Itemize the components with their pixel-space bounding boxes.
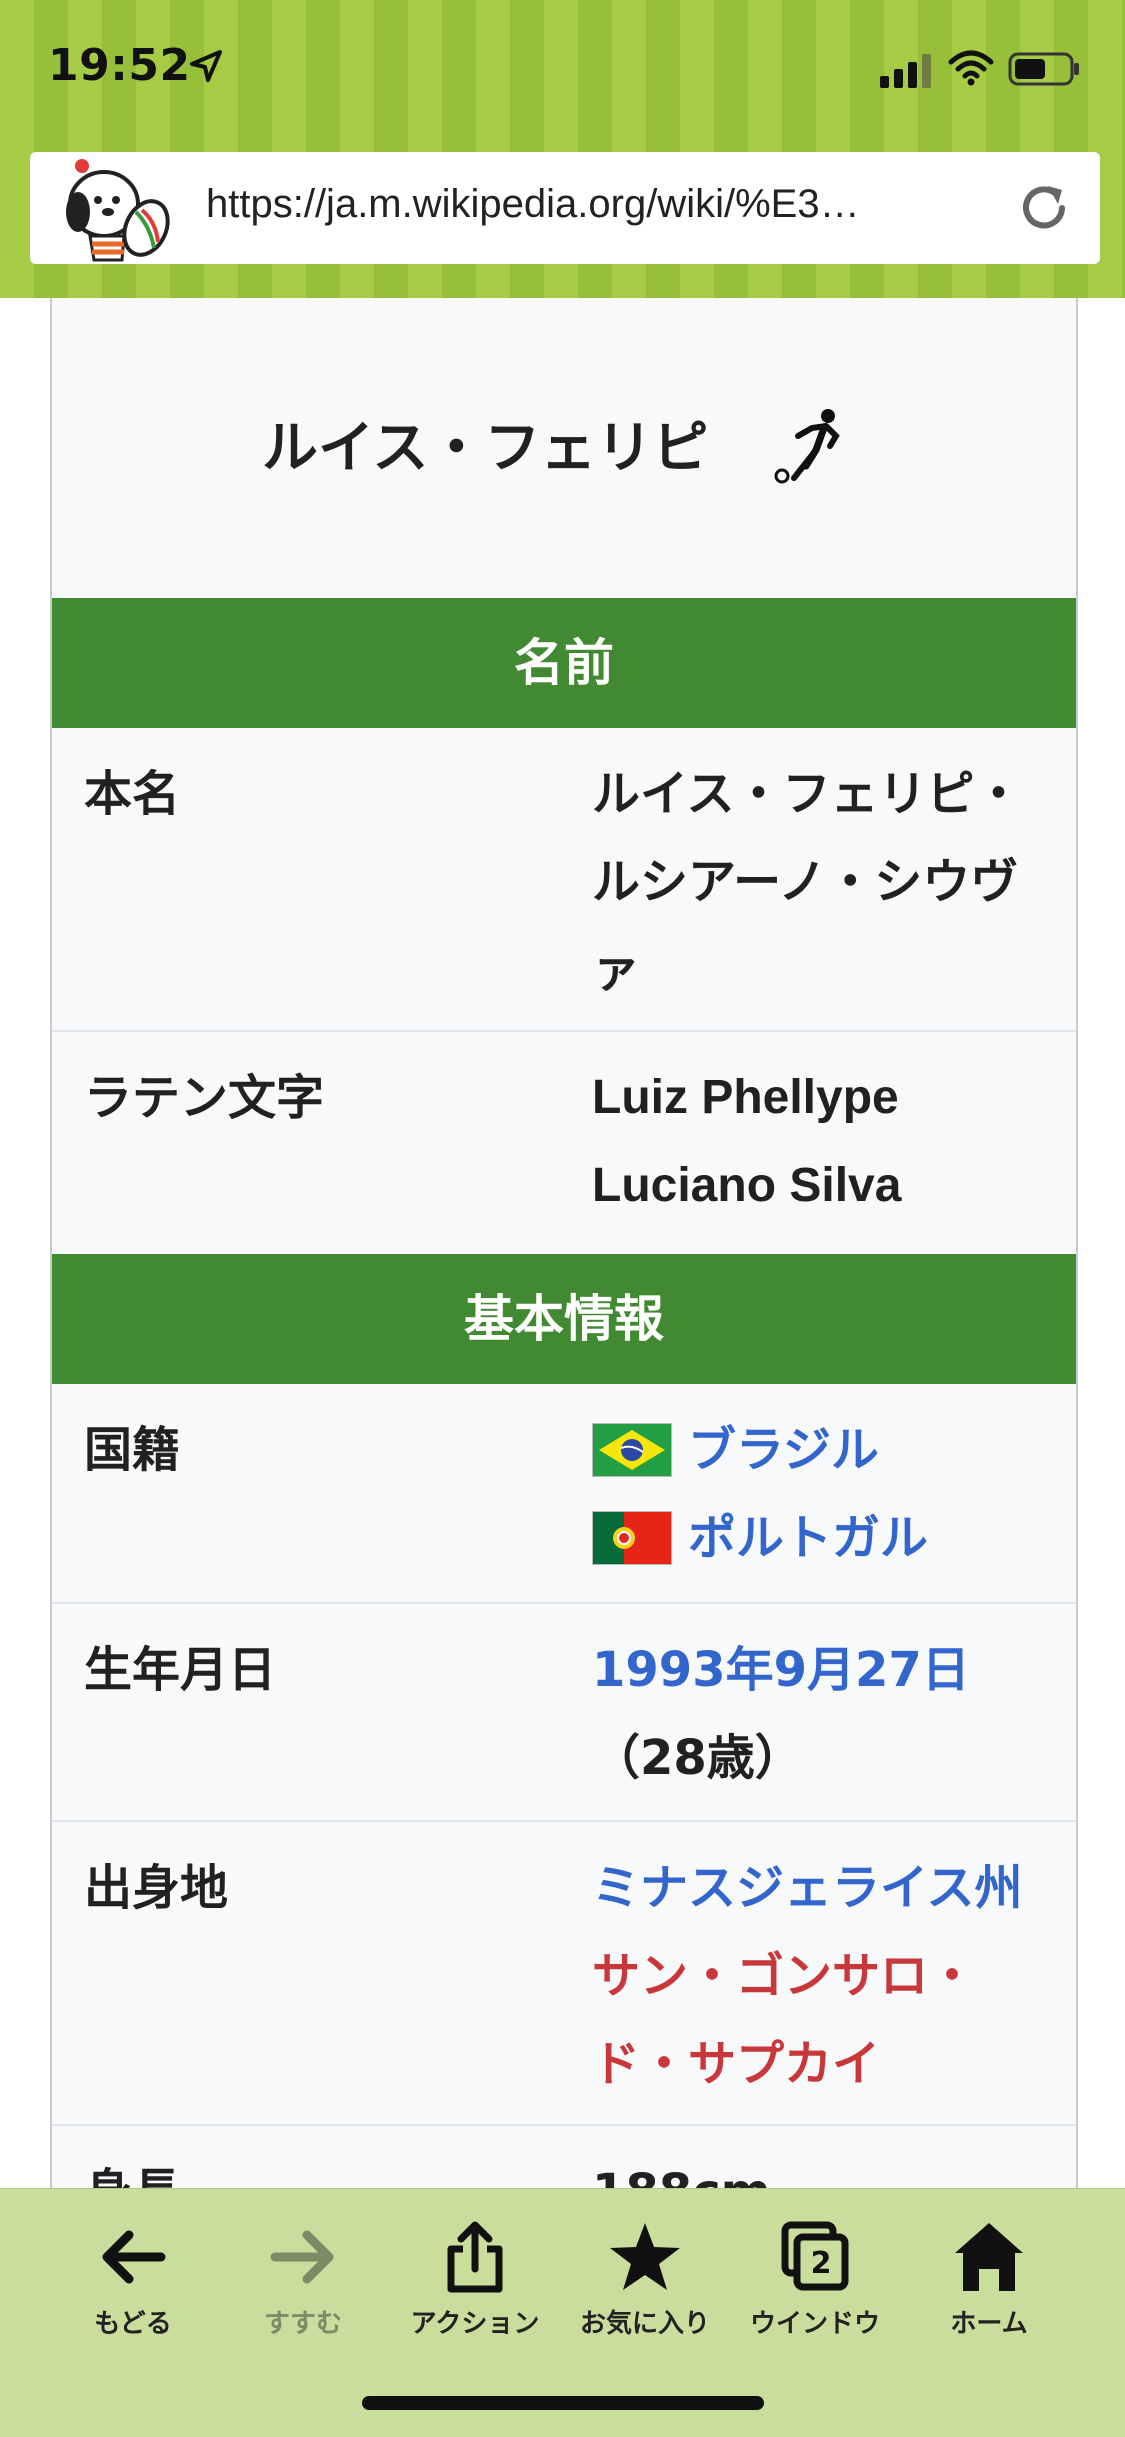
forward-button[interactable]: すすむ: [218, 2219, 388, 2340]
value-line: ルイス・フェリピ・: [592, 766, 1023, 822]
windows-icon: 2: [781, 2221, 849, 2291]
row-real-name: 本名 ルイス・フェリピ・ ルシアーノ・シウヴ ァ: [52, 728, 1076, 1030]
player-name: ルイス・フェリピ: [262, 416, 709, 481]
row-label: 国籍: [84, 1422, 181, 1478]
cellular-signal-icon: [880, 54, 931, 88]
reload-icon[interactable]: [1014, 178, 1074, 238]
wifi-icon: [948, 50, 994, 86]
row-label: 本名: [84, 766, 181, 822]
windows-button[interactable]: 2 ウインドウ: [730, 2219, 900, 2340]
home-indicator: [362, 2396, 764, 2410]
row-nationality: 国籍 ブラジル ポルトガル: [52, 1384, 1076, 1602]
city-link-line[interactable]: サン・ゴンサロ・: [592, 1932, 1076, 2020]
back-button[interactable]: もどる: [48, 2219, 218, 2340]
battery-icon: [1008, 52, 1079, 86]
value-line: ァ: [592, 942, 641, 998]
row-label: 身長: [84, 2152, 180, 2188]
brazil-flag-icon: [592, 1423, 672, 1477]
row-value: 188cm: [592, 2148, 1062, 2188]
portugal-flag-icon: [592, 1511, 672, 1565]
toolbar-label: ウインドウ: [749, 2309, 880, 2339]
star-icon: [610, 2223, 680, 2290]
row-value: 1993年9月27日 （28歳）: [592, 1626, 1062, 1802]
window-count-badge: 2: [811, 2246, 832, 2281]
row-label: 生年月日: [84, 1642, 277, 1698]
share-icon: [447, 2221, 503, 2293]
row-value: Luiz Phellype Luciano Silva: [592, 1054, 1062, 1230]
nationality-brazil[interactable]: ブラジル: [592, 1406, 1062, 1494]
nationality-link[interactable]: ポルトガル: [688, 1494, 928, 1582]
toolbar-label: お気に入り: [579, 2309, 710, 2339]
infobox: ルイス・フェリピ 名前 本名 ルイス・フェリピ・ ルシアーノ・シウヴ ァ ラテン…: [50, 298, 1078, 2188]
value-line: Luciano Silva: [592, 1159, 902, 1212]
section-header-basic-info: 基本情報: [52, 1254, 1076, 1384]
browser-top-bar: 19:52 https://ja.m.wikipedia.org/wiki/%E…: [0, 0, 1125, 298]
toolbar-label: すすむ: [263, 2309, 342, 2339]
section-header-name: 名前: [52, 598, 1076, 728]
toolbar-label: アクション: [410, 2309, 540, 2339]
mascot-logo-icon: [66, 159, 170, 262]
address-bar[interactable]: https://ja.m.wikipedia.org/wiki/%E3…: [30, 152, 1100, 264]
city-link-line[interactable]: ド・サプカイ: [592, 2020, 1076, 2108]
row-latin-name: ラテン文字 Luiz Phellype Luciano Silva: [52, 1030, 1076, 1244]
row-label: 出身地: [84, 1860, 229, 1916]
row-value: ブラジル ポルトガル: [592, 1406, 1062, 1582]
soccer-player-icon: [774, 409, 840, 484]
row-value: ルイス・フェリピ・ ルシアーノ・シウヴ ァ: [592, 750, 1062, 1014]
home-button[interactable]: ホーム: [904, 2219, 1074, 2340]
nationality-link[interactable]: ブラジル: [688, 1406, 879, 1494]
toolbar-label: もどる: [94, 2309, 172, 2339]
infobox-title: ルイス・フェリピ: [52, 298, 1076, 598]
row-value: ミナスジェライス州 サン・ゴンサロ・ ド・サプカイ: [592, 1844, 1076, 2108]
value-line: ルシアーノ・シウヴ: [592, 854, 1019, 910]
favorites-button[interactable]: お気に入り: [560, 2219, 730, 2340]
row-birthplace: 出身地 ミナスジェライス州 サン・ゴンサロ・ ド・サプカイ: [52, 1820, 1076, 2126]
home-icon: [955, 2223, 1023, 2291]
state-link[interactable]: ミナスジェライス州: [592, 1844, 1076, 1932]
row-label: ラテン文字: [84, 1070, 325, 1126]
back-arrow-icon: [102, 2230, 166, 2284]
location-arrow-icon: [190, 50, 222, 82]
row-birth-date: 生年月日 1993年9月27日 （28歳）: [52, 1602, 1076, 1822]
nationality-portugal[interactable]: ポルトガル: [592, 1494, 1062, 1582]
age-text: （28歳）: [592, 1730, 803, 1786]
birth-date-link[interactable]: 1993年9月27日: [592, 1626, 1062, 1714]
value-line: Luiz Phellype: [592, 1071, 899, 1124]
toolbar-label: ホーム: [950, 2309, 1028, 2339]
row-height: 身長 188cm: [52, 2124, 1076, 2188]
url-text[interactable]: https://ja.m.wikipedia.org/wiki/%E3…: [206, 182, 1006, 232]
forward-arrow-icon: [270, 2230, 334, 2284]
status-time: 19:52: [48, 40, 191, 91]
action-button[interactable]: アクション: [390, 2219, 560, 2340]
